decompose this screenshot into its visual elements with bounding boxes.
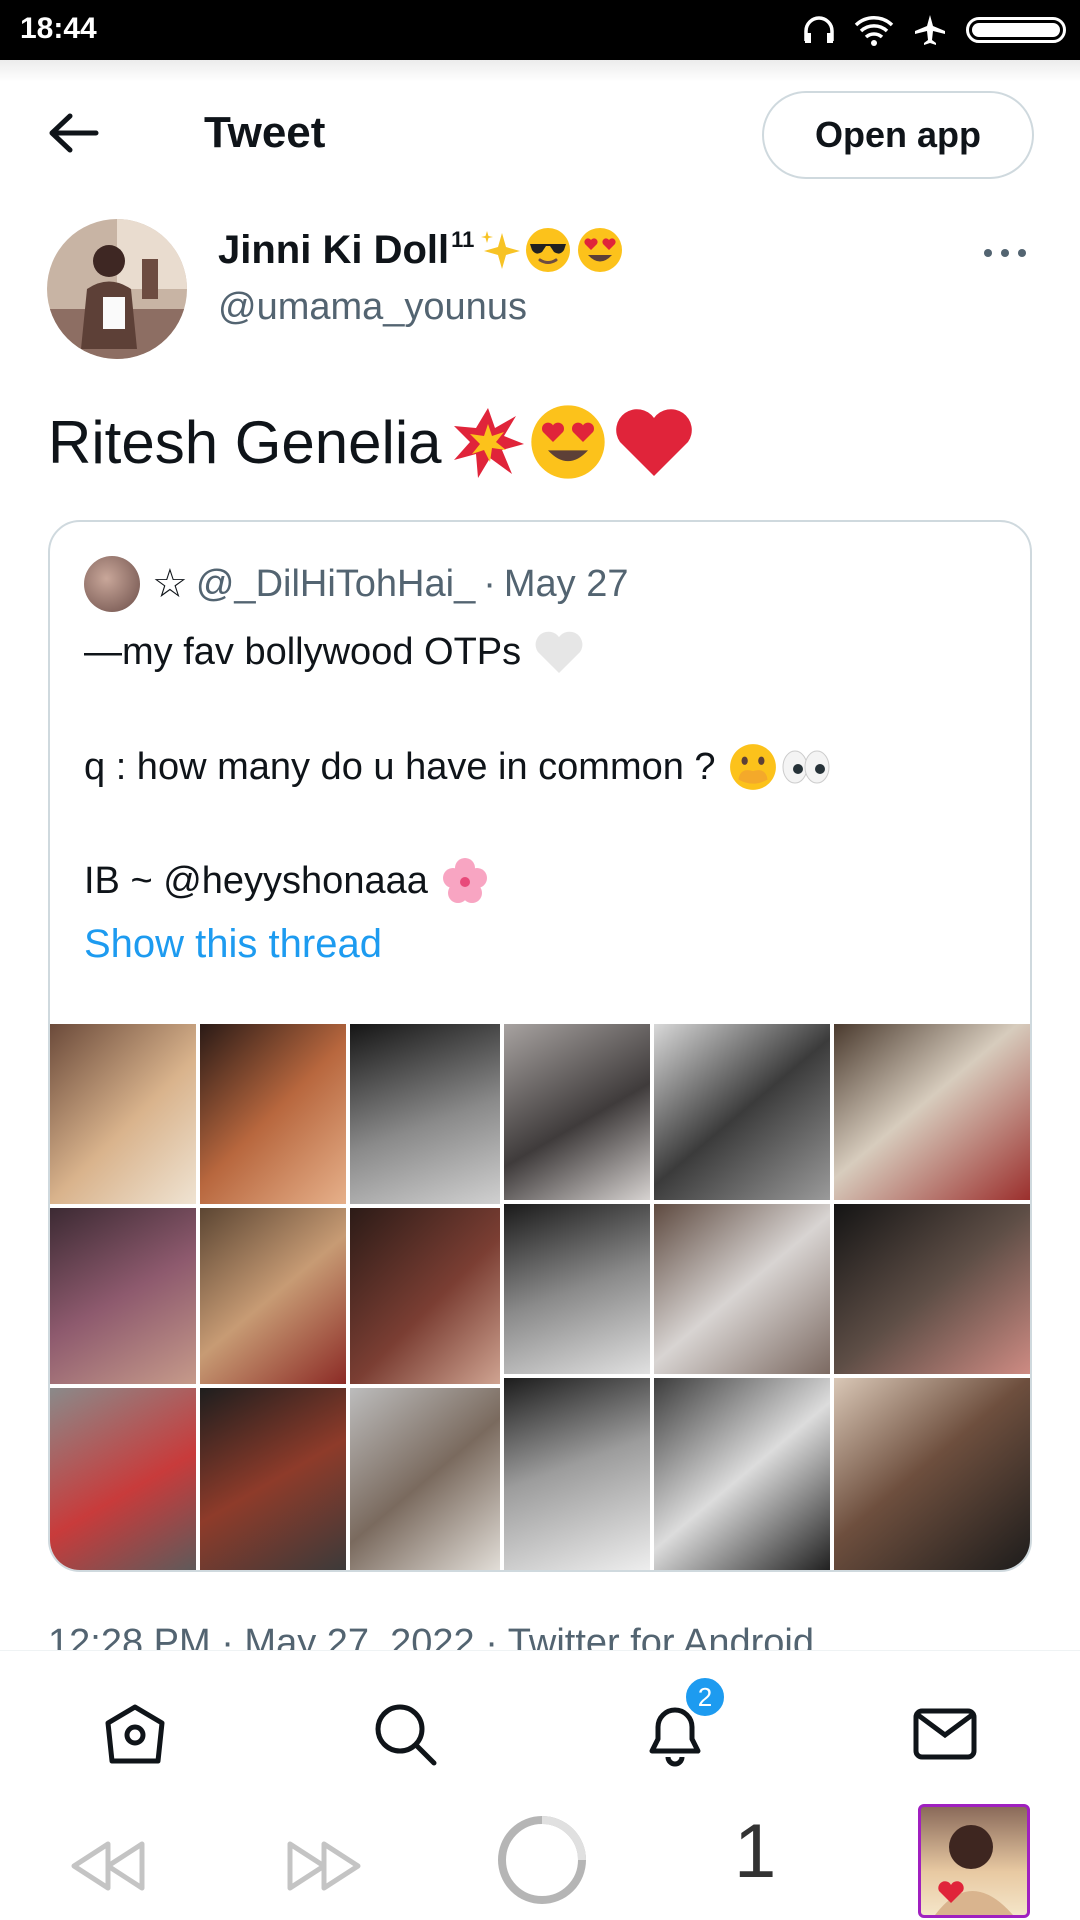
collage-photo (834, 1378, 1030, 1570)
quoted-tweet-card[interactable]: ☆ @_DilHiTohHai_ · May 27 —my fav bollyw… (48, 520, 1032, 1572)
collage-photo (350, 1024, 500, 1204)
eyes-emoji-icon (782, 750, 830, 784)
quoted-tweet-header: ☆ @_DilHiTohHai_ · May 27 (84, 556, 628, 612)
collage-photo (834, 1204, 1030, 1374)
quoted-text-line: IB ~ @heyyshonaaa (84, 856, 490, 906)
collision-emoji-icon (453, 408, 524, 478)
open-app-button[interactable]: Open app (762, 91, 1034, 179)
quoted-author-handle: @_DilHiTohHai_ (195, 562, 476, 605)
quoted-media-collage[interactable] (50, 1024, 1030, 1570)
fast-forward-icon[interactable] (286, 1838, 362, 1894)
quoted-text-line: —my fav bollywood OTPs (84, 628, 585, 676)
collage-photo (504, 1378, 650, 1570)
loading-spinner-icon[interactable] (494, 1812, 590, 1908)
notifications-badge: 2 (684, 1676, 726, 1718)
collage-photo (200, 1024, 346, 1204)
airplane-mode-icon (915, 15, 945, 45)
sparkles-icon (481, 231, 521, 269)
search-icon[interactable] (370, 1699, 440, 1769)
rewind-back-icon[interactable] (70, 1838, 146, 1894)
author-avatar[interactable] (47, 219, 187, 359)
white-heart-icon (535, 631, 583, 674)
tab-count[interactable]: 1 (734, 1808, 776, 1895)
quoted-author-avatar (84, 556, 140, 612)
collage-photo (504, 1204, 650, 1374)
collage-photo (654, 1204, 830, 1374)
more-options-icon[interactable] (980, 238, 1030, 268)
messages-mail-icon[interactable] (910, 1699, 980, 1769)
bottom-tab-bar (0, 1650, 1080, 1801)
star-icon: ☆ (152, 562, 188, 606)
status-time: 18:44 (20, 12, 97, 45)
collage-photo (350, 1388, 500, 1570)
quoted-date: May 27 (503, 562, 629, 605)
collage-photo (350, 1208, 500, 1384)
author-handle[interactable]: @umama_younus (218, 286, 527, 329)
battery-icon (966, 17, 1066, 43)
collage-photo (200, 1208, 346, 1384)
collage-photo (50, 1208, 196, 1384)
back-arrow-icon[interactable] (44, 108, 104, 158)
collage-photo (200, 1388, 346, 1570)
status-bar: 18:44 (0, 0, 1080, 60)
collage-photo (504, 1024, 650, 1200)
show-thread-link[interactable]: Show this thread (84, 922, 382, 967)
author-name[interactable]: Jinni Ki Doll 11 (218, 226, 624, 274)
collage-photo (50, 1024, 196, 1204)
red-heart-icon (615, 409, 692, 476)
home-icon[interactable] (100, 1699, 170, 1769)
headphones-icon (804, 16, 834, 43)
quoted-text-line: q : how many do u have in common ? (84, 742, 832, 792)
tweet-text: Ritesh Genelia (48, 402, 696, 482)
collage-photo (834, 1024, 1030, 1200)
wifi-icon (854, 16, 894, 46)
heart-eyes-emoji-icon (578, 228, 623, 272)
page-title: Tweet (204, 108, 326, 157)
collage-photo (654, 1024, 830, 1200)
collage-photo (50, 1388, 196, 1570)
tweet-timestamp: 12:28 PM · May 27, 2022 · Twitter for An… (48, 1622, 815, 1652)
heart-eyes-emoji-icon (530, 405, 605, 479)
profile-thumbnail[interactable] (918, 1804, 1030, 1918)
collage-photo (654, 1378, 830, 1570)
sunglasses-emoji-icon (526, 228, 571, 272)
hand-over-mouth-emoji-icon (729, 744, 776, 790)
cherry-blossom-icon (442, 858, 487, 903)
